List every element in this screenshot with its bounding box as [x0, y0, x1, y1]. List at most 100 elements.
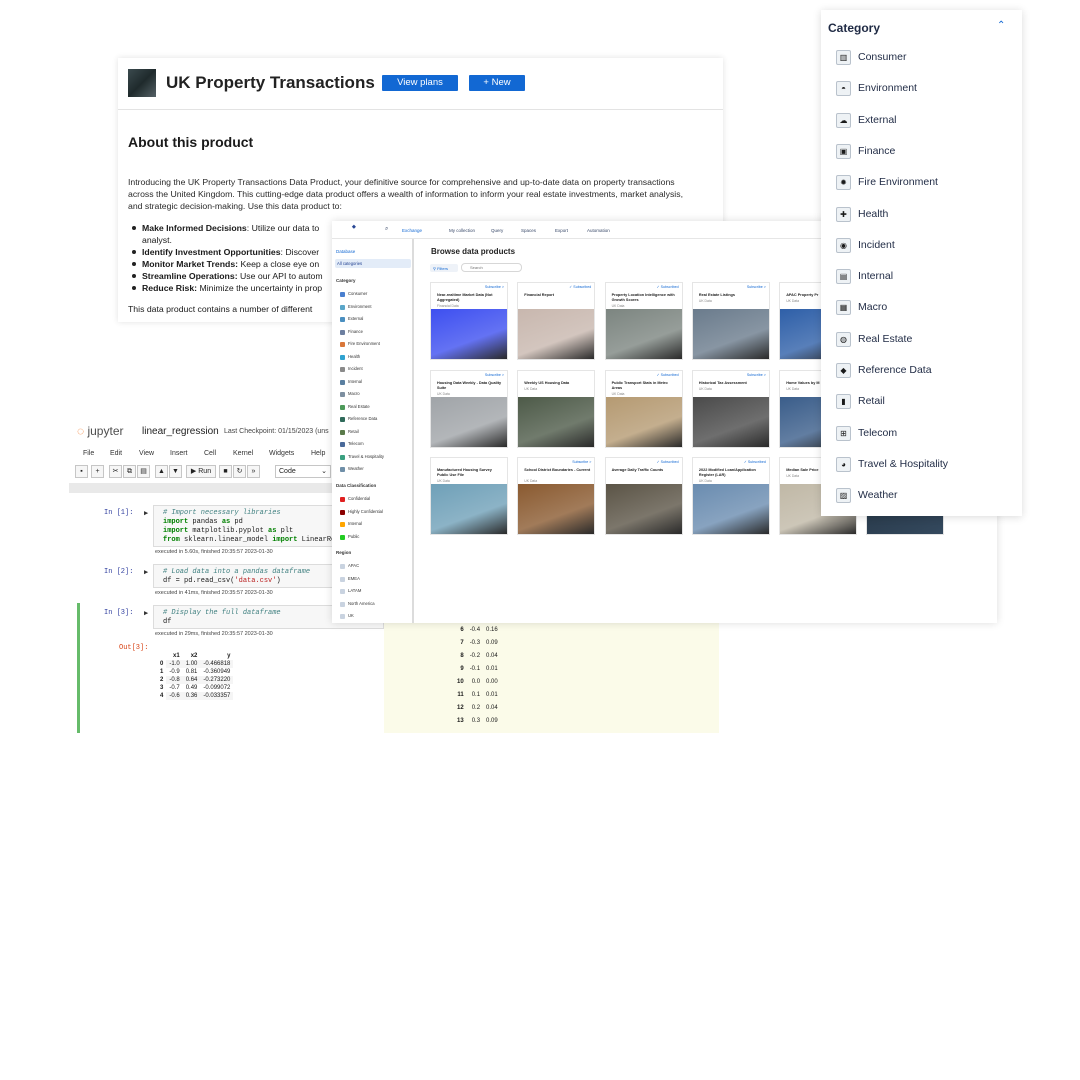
nav-automation[interactable]: Automation: [587, 228, 610, 233]
nav-my-collection[interactable]: My collection: [449, 228, 475, 233]
product-card[interactable]: ✓ Subscribed 2022 Modified Loan/Applicati…: [691, 457, 770, 535]
category-item-real-estate[interactable]: ◍ Real Estate: [836, 331, 1006, 349]
sidebar-all-categories[interactable]: All categories: [335, 259, 411, 268]
nav-export[interactable]: Export: [555, 228, 568, 233]
nav-query[interactable]: Query: [491, 228, 503, 233]
run-cell-icon[interactable]: ▶︎: [144, 509, 148, 518]
sidebar-item-emea[interactable]: EMEA: [348, 576, 360, 581]
category-item-finance[interactable]: ▣ Finance: [836, 143, 1006, 161]
category-item-weather[interactable]: ▨ Weather: [836, 487, 1006, 505]
category-item-consumer[interactable]: ▥ Consumer: [836, 49, 1006, 67]
move-down-icon[interactable]: ▼: [169, 465, 182, 478]
cut-icon[interactable]: ✂: [109, 465, 122, 478]
product-card[interactable]: Manufactured Housing Survey Public Use F…: [430, 457, 508, 535]
menu-cell[interactable]: Cell: [204, 450, 216, 457]
menu-edit[interactable]: Edit: [110, 450, 122, 457]
category-item-environment[interactable]: ◓ Environment: [836, 80, 1006, 98]
sidebar-item-reference-data[interactable]: Reference Data: [348, 416, 377, 421]
nav-spaces[interactable]: Spaces: [521, 228, 536, 233]
sidebar-item-highly-confidential[interactable]: Highly Confidential: [348, 509, 383, 514]
product-card[interactable]: ✓ Subscribed Financial Report: [517, 282, 596, 360]
category-item-travel-and-hospitality[interactable]: ◕ Travel & Hospitality: [836, 456, 1006, 474]
card-status[interactable]: ✓ Subscribed: [569, 285, 591, 289]
category-item-reference-data[interactable]: ◆ Reference Data: [836, 362, 1006, 380]
category-item-retail[interactable]: ▮ Retail: [836, 393, 1006, 411]
product-card[interactable]: Subscribe > Near-realtime Market Data (No…: [430, 282, 508, 360]
search-icon[interactable]: ⌕: [385, 226, 388, 233]
run-button[interactable]: ▶ Run: [186, 465, 216, 478]
move-up-icon[interactable]: ▲: [155, 465, 168, 478]
search-input[interactable]: [461, 263, 522, 272]
card-status[interactable]: Subscribe >: [572, 460, 591, 464]
category-item-external[interactable]: ☁ External: [836, 112, 1006, 130]
product-card[interactable]: ✓ Subscribed Property Location Intelligen…: [604, 282, 683, 360]
add-cell-icon[interactable]: +: [91, 465, 104, 478]
sidebar-item-finance[interactable]: Finance: [348, 329, 363, 334]
sidebar-item-external[interactable]: External: [348, 316, 363, 321]
sidebar-item-incident[interactable]: Incident: [348, 366, 363, 371]
sidebar-item-north-america[interactable]: North America: [348, 601, 375, 606]
sidebar-item-weather[interactable]: Weather: [348, 466, 364, 471]
sidebar-item-telecom[interactable]: Telecom: [348, 441, 364, 446]
card-status[interactable]: Subscribe >: [747, 285, 766, 289]
sidebar-item-real-estate[interactable]: Real Estate: [348, 404, 370, 409]
run-cell-icon[interactable]: ▶︎: [144, 568, 148, 577]
sidebar-database[interactable]: Database: [336, 249, 355, 254]
product-card[interactable]: Weekly US Housing Data UK Data: [517, 369, 596, 448]
sidebar-item-public[interactable]: Public: [348, 534, 359, 539]
fast-forward-icon[interactable]: »: [247, 465, 260, 478]
product-card[interactable]: ✓ Subscribed Public Transport Stats in Me…: [604, 369, 683, 448]
sidebar-item-latam[interactable]: LATAM: [348, 588, 361, 593]
chevron-up-icon[interactable]: ⌃: [997, 20, 1005, 31]
menu-kernel[interactable]: Kernel: [233, 450, 253, 457]
cell-type-select[interactable]: Code ⌄: [275, 465, 331, 478]
copy-icon[interactable]: ⧉: [123, 465, 136, 478]
card-status[interactable]: Subscribe >: [747, 373, 766, 377]
restart-icon[interactable]: ↻: [233, 465, 246, 478]
card-status[interactable]: ✓ Subscribed: [657, 285, 679, 289]
jupyter-logo[interactable]: ◌ jupyter: [77, 424, 124, 438]
sidebar-item-apac[interactable]: APAC: [348, 563, 359, 568]
sidebar-item-confidential[interactable]: Confidential: [348, 496, 370, 501]
card-status[interactable]: Subscribe >: [485, 373, 504, 377]
stop-icon[interactable]: ■: [219, 465, 232, 478]
menu-view[interactable]: View: [139, 450, 154, 457]
sidebar-item-internal[interactable]: Internal: [348, 521, 362, 526]
category-item-fire-environment[interactable]: ✹ Fire Environment: [836, 174, 1006, 192]
menu-widgets[interactable]: Widgets: [269, 450, 294, 457]
sidebar-item-travel-and-hospitality[interactable]: Travel & Hospitality: [348, 454, 384, 459]
notebook-name[interactable]: linear_regression: [142, 426, 219, 437]
card-status[interactable]: ✓ Subscribed: [657, 460, 679, 464]
nav-exchange[interactable]: Exchange: [402, 228, 422, 233]
product-card[interactable]: Subscribe > Housing Data Weekly - Data Qu…: [430, 369, 508, 448]
menu-help[interactable]: Help: [311, 450, 325, 457]
filters-button[interactable]: ⚲ Filters: [430, 264, 458, 272]
product-card[interactable]: Subscribe > Historical Tax Assessment UK D…: [691, 369, 770, 448]
product-card[interactable]: ✓ Subscribed Average Daily Traffic Counts: [604, 457, 683, 535]
card-status[interactable]: ✓ Subscribed: [744, 460, 766, 464]
paste-icon[interactable]: ▤: [137, 465, 150, 478]
new-button[interactable]: + New: [469, 75, 525, 91]
product-card[interactable]: Subscribe > School District Boundaries - …: [517, 457, 596, 535]
card-status[interactable]: Subscribe >: [485, 285, 504, 289]
sidebar-item-macro[interactable]: Macro: [348, 391, 360, 396]
brand-logo[interactable]: ◈: [352, 224, 356, 230]
run-cell-icon[interactable]: ▶︎: [144, 609, 148, 618]
category-item-incident[interactable]: ◉ Incident: [836, 237, 1006, 255]
sidebar-item-internal[interactable]: Internal: [348, 379, 362, 384]
menu-insert[interactable]: Insert: [170, 450, 188, 457]
sidebar-item-uk[interactable]: UK: [348, 613, 354, 618]
card-status[interactable]: ✓ Subscribed: [657, 373, 679, 377]
save-icon[interactable]: ▪: [75, 465, 88, 478]
view-plans-button[interactable]: View plans: [382, 75, 458, 91]
sidebar-item-environment[interactable]: Environment: [348, 304, 372, 309]
category-item-health[interactable]: ✚ Health: [836, 206, 1006, 224]
product-card[interactable]: Subscribe > Real Estate Listings UK Data: [691, 282, 770, 360]
category-item-telecom[interactable]: ⊞ Telecom: [836, 425, 1006, 443]
category-item-macro[interactable]: ▦ Macro: [836, 299, 1006, 317]
category-item-internal[interactable]: ▤ Internal: [836, 268, 1006, 286]
sidebar-item-retail[interactable]: Retail: [348, 429, 359, 434]
sidebar-item-health[interactable]: Health: [348, 354, 360, 359]
menu-file[interactable]: File: [83, 450, 94, 457]
sidebar-item-consumer[interactable]: Consumer: [348, 291, 367, 296]
